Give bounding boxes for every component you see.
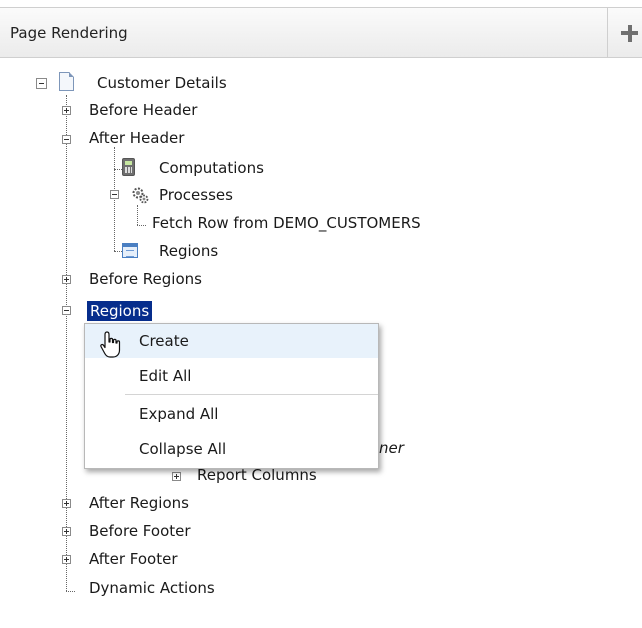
tree-line <box>114 169 122 170</box>
tree-node-after-header[interactable]: After Header <box>89 129 184 148</box>
expand-toggle[interactable] <box>62 275 71 284</box>
add-button[interactable] <box>607 8 642 57</box>
page-icon <box>59 72 74 91</box>
tree-node-after-footer[interactable]: After Footer <box>89 550 178 569</box>
regions-icon <box>122 243 138 258</box>
tree-node-after-regions[interactable]: After Regions <box>89 494 189 513</box>
calculator-icon <box>122 158 135 176</box>
menu-item-edit-all[interactable]: Edit All <box>85 359 378 393</box>
expand-toggle[interactable] <box>62 527 71 536</box>
tree-node-customer-details[interactable]: Customer Details <box>97 74 227 93</box>
expand-toggle[interactable] <box>62 555 71 564</box>
tree-node-computations[interactable]: Computations <box>159 159 264 178</box>
tree-line <box>137 225 146 226</box>
collapse-toggle[interactable] <box>62 135 71 144</box>
tree-node-before-header[interactable]: Before Header <box>89 101 197 120</box>
tree-node-regions-selected[interactable]: Regions <box>87 301 153 321</box>
tree-node-before-regions[interactable]: Before Regions <box>89 270 202 289</box>
gears-icon <box>132 187 149 204</box>
panel-title: Page Rendering <box>10 24 128 42</box>
hand-cursor-icon <box>100 331 121 358</box>
tree-node-fetch-row[interactable]: Fetch Row from DEMO_CUSTOMERS <box>152 214 421 233</box>
menu-item-expand-all[interactable]: Expand All <box>85 397 378 431</box>
panel-header: Page Rendering <box>0 7 642 58</box>
expand-toggle[interactable] <box>62 499 71 508</box>
context-menu: Create Edit All Expand All Collapse All <box>84 323 379 469</box>
tree-line <box>66 591 75 592</box>
tree-line <box>66 95 67 591</box>
tree-node-dynamic-actions[interactable]: Dynamic Actions <box>89 579 215 598</box>
expand-toggle[interactable] <box>62 106 71 115</box>
page-rendering-panel: Page Rendering Customer Details Before H… <box>0 0 642 628</box>
tree-line <box>114 147 115 251</box>
menu-separator <box>125 394 378 395</box>
tree-node-processes[interactable]: Processes <box>159 186 233 205</box>
collapse-toggle[interactable] <box>62 306 71 315</box>
tree-line <box>137 205 138 225</box>
tree-node-regions-child[interactable]: Regions <box>159 242 218 261</box>
expand-toggle[interactable] <box>172 472 181 481</box>
tree-line <box>114 251 122 252</box>
tree-node-hidden[interactable]: ner <box>379 439 404 458</box>
menu-item-create[interactable]: Create <box>85 324 378 358</box>
menu-item-collapse-all[interactable]: Collapse All <box>85 432 378 466</box>
tree-node-before-footer[interactable]: Before Footer <box>89 522 191 541</box>
collapse-toggle[interactable] <box>110 190 119 199</box>
collapse-toggle[interactable] <box>36 78 47 89</box>
